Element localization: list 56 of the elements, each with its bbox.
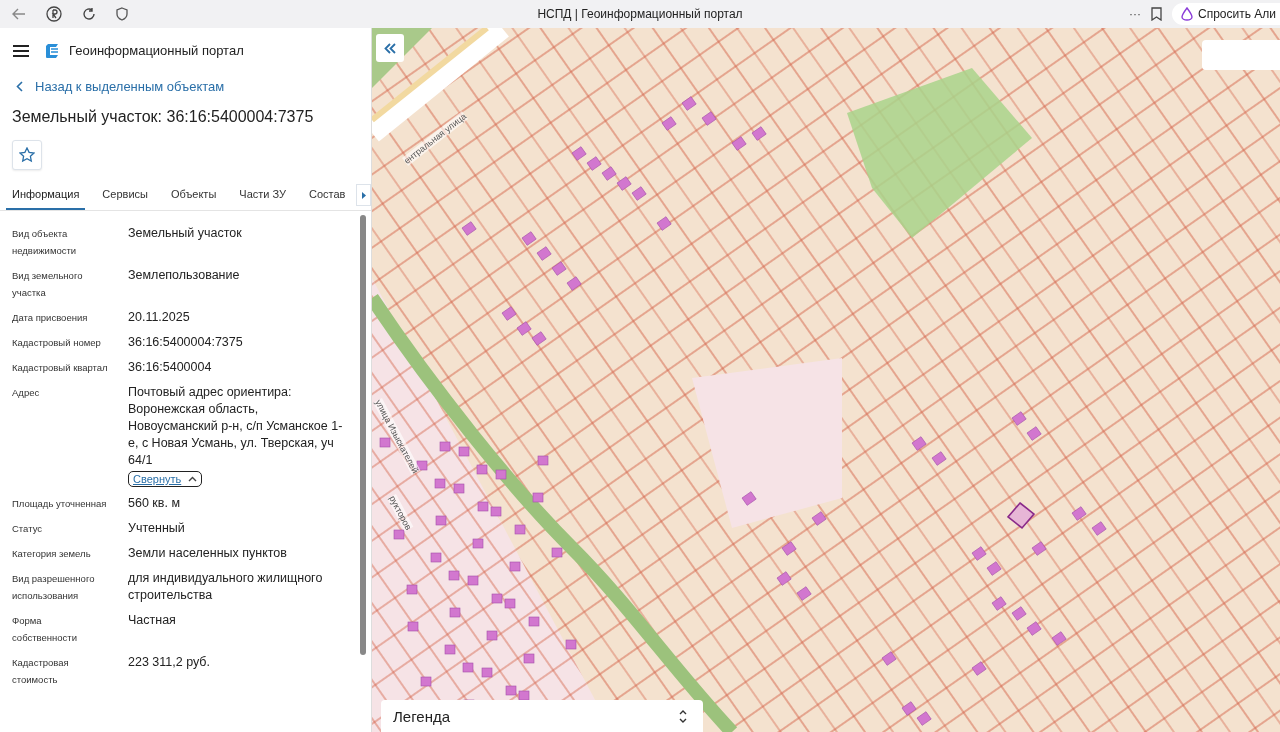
assistant-button[interactable]: Спросить Али — [1172, 3, 1280, 25]
field-label: Адрес — [12, 386, 41, 400]
app-title: Геоинформационный портал — [69, 43, 244, 58]
tab[interactable]: Объекты — [164, 184, 223, 210]
field-label: Кадастровый квартал — [12, 361, 109, 375]
field-label: Форма собственности — [12, 614, 78, 645]
favorite-button[interactable] — [12, 140, 42, 170]
bookmark-icon[interactable] — [1151, 7, 1162, 21]
field-value: 36:16:5400004:7375 — [128, 334, 243, 351]
tab[interactable]: Сервисы — [96, 184, 154, 210]
more-button[interactable]: ··· — [1129, 7, 1141, 21]
object-title: Земельный участок: 36:16:5400004:7375 — [12, 108, 315, 126]
collapse-panel-button[interactable] — [376, 34, 404, 62]
field-value: для индивидуального жилищного строительства — [128, 570, 324, 604]
double-chevron-left-icon — [384, 42, 396, 54]
back-link[interactable]: Назад к выделенным объектам — [16, 79, 225, 94]
page-title: НСПД | Геоинформационный портал — [537, 7, 743, 21]
map-search-field[interactable] — [1202, 40, 1280, 70]
field-label: Площадь уточненная — [12, 497, 108, 511]
expand-collapse-icon — [679, 709, 687, 723]
field-value: Почтовый адрес ориентира: Воронежская область, Новоусманский р-н, с/п Усманское 1-е, с Новая Усмань, ул. Тверская, уч 64/1 — [128, 384, 344, 469]
field-value: Учтенный — [128, 520, 185, 537]
legend-panel[interactable]: Легенда — [381, 700, 703, 732]
browser-logo-icon[interactable] — [46, 6, 62, 22]
field-value: Частная — [128, 612, 176, 629]
scroll-tabs-button[interactable] — [356, 184, 371, 206]
assistant-icon — [1180, 7, 1194, 21]
field-value: 36:16:5400004 — [128, 359, 212, 376]
field-label: Вид земельного участка — [12, 269, 84, 300]
field-value: Земельный участок — [128, 225, 242, 242]
menu-icon[interactable] — [13, 44, 29, 57]
field-value: 20.11.2025 — [128, 309, 190, 326]
field-label: Категория земель — [12, 547, 92, 561]
field-label: Кадастровый номер — [12, 336, 102, 350]
shield-icon[interactable] — [116, 7, 128, 21]
tab[interactable]: Состав — [303, 184, 352, 210]
chevron-icon — [188, 476, 198, 482]
tab[interactable]: Информация — [6, 184, 86, 210]
back-arrow-icon[interactable] — [12, 8, 26, 20]
field-value: 560 кв. м — [128, 495, 180, 512]
field-label: Дата присвоения — [12, 311, 89, 325]
field-label: Статус — [12, 522, 44, 536]
field-label: Вид разрешенного использования — [12, 572, 96, 603]
tab[interactable]: Части ЗУ — [233, 184, 292, 210]
scrollbar-thumb[interactable] — [360, 215, 366, 655]
field-label: Кадастровая стоимость — [12, 656, 70, 687]
portal-logo-icon — [45, 42, 61, 59]
field-value: Землепользование — [128, 267, 240, 284]
chevron-left-icon — [16, 81, 23, 92]
star-icon — [19, 147, 35, 163]
field-value: 223 311,2 руб. — [128, 654, 210, 671]
field-label: Вид объекта недвижимости — [12, 227, 78, 258]
caret-right-icon — [361, 191, 366, 199]
reload-icon[interactable] — [82, 7, 96, 21]
collapse-link[interactable]: Свернуть — [128, 471, 203, 487]
field-value: Земли населенных пунктов — [128, 545, 287, 562]
